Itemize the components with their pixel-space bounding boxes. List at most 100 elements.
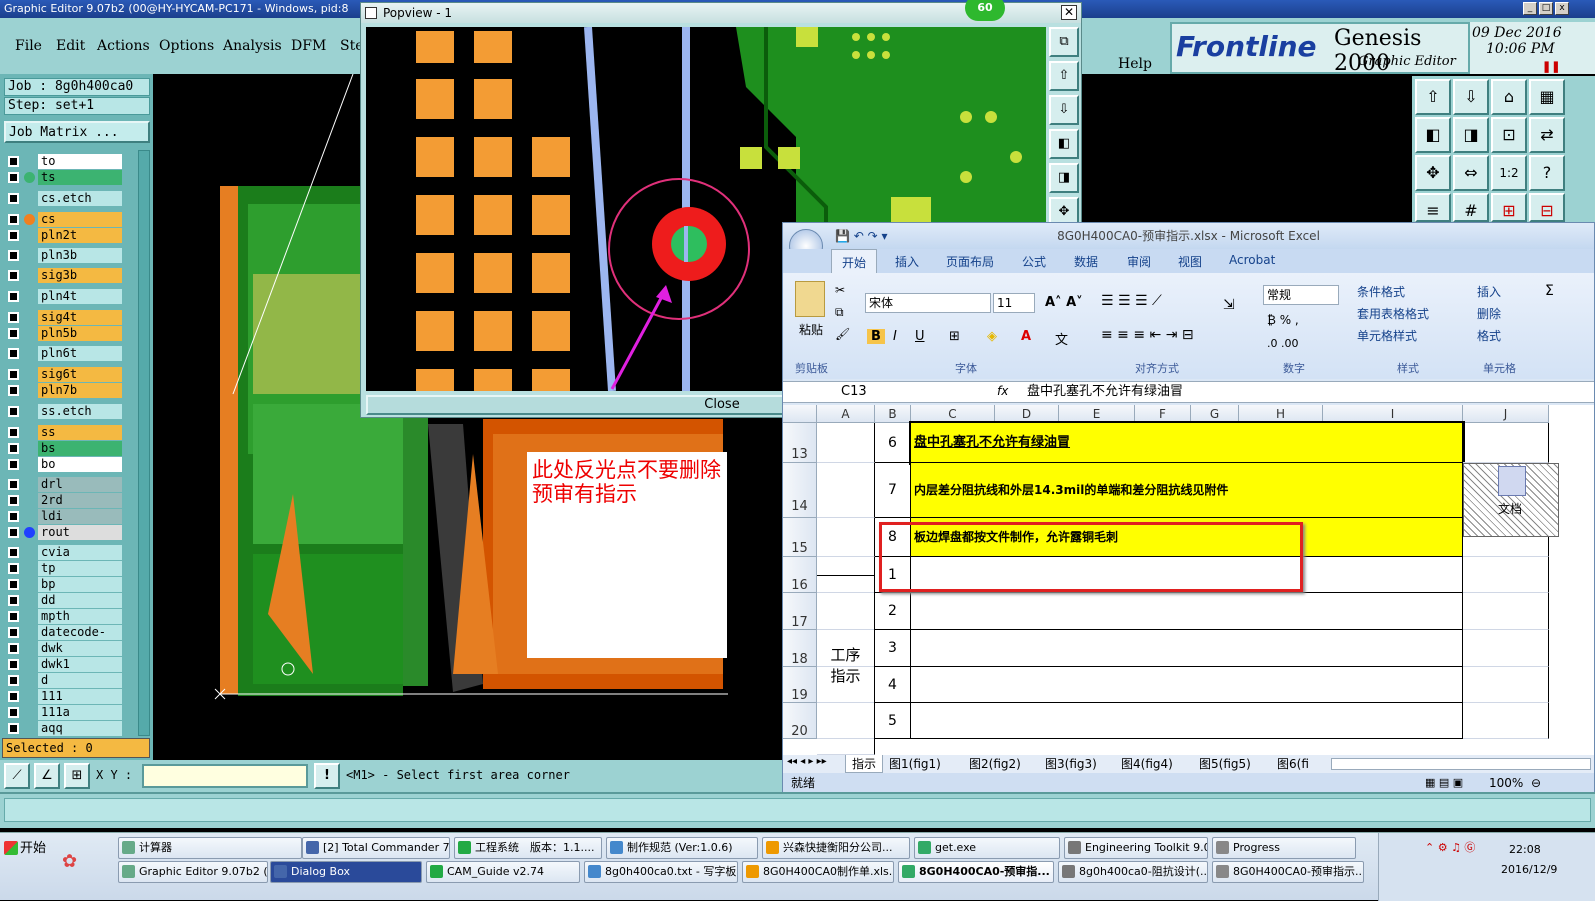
instruction-cell[interactable]: 内层差分阻抗线和外层14.3mil的单端和差分阻抗线见附件 (911, 463, 1463, 518)
measure-icon[interactable]: ⊞ (1491, 193, 1527, 222)
layer-checkbox[interactable] (8, 214, 19, 225)
layer-up-icon[interactable]: ⇧ (1415, 79, 1451, 115)
layer-label[interactable]: bp (38, 577, 122, 592)
instruction-cell[interactable] (911, 667, 1463, 703)
instruction-cell[interactable]: 盘中孔塞孔不允许有绿油冒 (909, 421, 1465, 465)
layer-row[interactable]: dwk1 (6, 657, 122, 672)
layer-label[interactable]: 111 (38, 689, 122, 704)
layer-label[interactable]: 2rd (38, 493, 122, 508)
layer-row[interactable]: ts (6, 170, 122, 185)
tab-data[interactable]: 数据 (1074, 253, 1098, 270)
cell-style-button[interactable]: 单元格样式 (1357, 327, 1417, 344)
cell-j[interactable] (1463, 630, 1549, 667)
column-header[interactable]: F (1135, 405, 1191, 423)
cell-j[interactable] (1463, 703, 1549, 739)
maximize-button[interactable]: □ (1539, 2, 1553, 15)
layer-label[interactable]: drl (38, 477, 122, 492)
taskbar-button[interactable]: 制作规范 (Ver:1.0.6) (606, 837, 758, 859)
layer-label[interactable]: tp (38, 561, 122, 576)
number-format-field[interactable]: 常规 (1263, 285, 1339, 305)
layer-checkbox[interactable] (8, 459, 19, 470)
layer-row[interactable]: pln7b (6, 383, 122, 398)
layer-checkbox[interactable] (8, 348, 19, 359)
sheet-tab[interactable]: 图3(fig3) (1045, 755, 1097, 772)
taskbar-button[interactable]: 兴森快捷衡阳分公司... (762, 837, 910, 859)
layer-checkbox[interactable] (8, 611, 19, 622)
layer-checkbox[interactable] (8, 250, 19, 261)
pv-tool-5-icon[interactable]: ◨ (1049, 163, 1079, 193)
bold-button[interactable]: B (867, 329, 885, 344)
section-label-cell[interactable]: 工序指示 (817, 575, 875, 755)
menu-analysis[interactable]: Analysis (223, 38, 282, 54)
taskbar-button[interactable]: 8g0h400ca0.txt - 写字板 (584, 861, 738, 883)
taskbar-button[interactable]: [2] Total Commander 7.... (302, 837, 450, 859)
taskbar-button[interactable]: 计算器 (118, 837, 302, 859)
sheet-tab[interactable]: 图5(fig5) (1199, 755, 1251, 772)
layer-label[interactable]: dwk1 (38, 657, 122, 672)
layer-checkbox[interactable] (8, 230, 19, 241)
layer-checkbox[interactable] (8, 291, 19, 302)
taskbar-button[interactable]: CAM_Guide v2.74 (426, 861, 580, 883)
warning-icon[interactable]: ! (314, 763, 340, 789)
home-icon[interactable]: ⌂ (1491, 79, 1527, 115)
taskbar-button[interactable]: 工程系统 版本：1.1.... (454, 837, 602, 859)
close-button[interactable]: x (1555, 2, 1569, 15)
paste-label[interactable]: 粘贴 (799, 321, 823, 338)
layer-label[interactable]: dd (38, 593, 122, 608)
ratio-icon[interactable]: 1:2 (1491, 155, 1527, 191)
insert-cells-button[interactable]: 插入 (1477, 283, 1501, 300)
layer-label[interactable]: 111a (38, 705, 122, 720)
layer-row[interactable]: ldi (6, 509, 122, 524)
layer-checkbox[interactable] (8, 707, 19, 718)
snap-icon[interactable]: ⊟ (1529, 193, 1565, 222)
column-header[interactable]: G (1191, 405, 1239, 423)
layer-row[interactable]: dwk (6, 641, 122, 656)
layer-label[interactable]: datecode-pte (38, 625, 122, 654)
layer-checkbox[interactable] (8, 691, 19, 702)
item-number-cell[interactable]: 3 (875, 630, 911, 667)
swap-icon[interactable]: ⇄ (1529, 117, 1565, 153)
tray-date[interactable]: 2016/12/9 (1501, 863, 1557, 876)
layer-row[interactable]: pln6t (6, 346, 122, 361)
layer-label[interactable]: cs (38, 212, 122, 227)
layer-checkbox[interactable] (8, 511, 19, 522)
menu-options[interactable]: Options (159, 38, 214, 54)
layer-checkbox[interactable] (8, 643, 19, 654)
view-buttons[interactable]: ▦ ▤ ▣ (1425, 773, 1463, 793)
column-header[interactable]: B (875, 405, 911, 423)
layer-row[interactable]: ss (6, 425, 122, 440)
taskbar-button[interactable]: Engineering Toolkit 9.0... (1064, 837, 1208, 859)
spreadsheet-grid[interactable]: A B C D E F G H I J 13 6 盘中孔塞孔不允许有绿油冒 14 7 内层… (783, 405, 1594, 755)
popview-close-icon[interactable]: ✕ (1061, 5, 1077, 20)
menu-dfm[interactable]: DFM (291, 38, 326, 54)
layer-label[interactable]: mpth (38, 609, 122, 624)
tab-page-layout[interactable]: 页面布局 (946, 253, 994, 270)
sheet-tab[interactable]: 图1(fig1) (889, 755, 941, 772)
instruction-cell[interactable] (911, 703, 1463, 739)
cell-j[interactable] (1463, 593, 1549, 630)
tray-time[interactable]: 22:08 (1509, 843, 1541, 856)
layer-row[interactable]: cs.etch (6, 191, 122, 206)
job-matrix-button[interactable]: Job Matrix ... (4, 121, 150, 143)
phonetic-icon[interactable]: 文 (1055, 329, 1068, 348)
layer-label[interactable]: pln5b (38, 326, 122, 341)
pause-icon[interactable]: ❚❚ (1542, 60, 1560, 73)
align-top-icon[interactable]: ☰ ☰ ☰ ⟋ (1101, 293, 1162, 309)
layer-row[interactable]: pln2t (6, 228, 122, 243)
pv-tool-4-icon[interactable]: ◧ (1049, 129, 1079, 159)
layer-row[interactable]: 111a (6, 705, 122, 720)
layer-label[interactable]: pln3b (38, 248, 122, 263)
layer-checkbox[interactable] (8, 563, 19, 574)
layer-label[interactable]: pln7b (38, 383, 122, 398)
quick-launch-icon[interactable]: ✿ (62, 851, 77, 872)
layer-label[interactable]: cs.etch (38, 191, 122, 206)
currency-icon[interactable]: ₿ % , (1267, 313, 1299, 327)
cell-j[interactable] (1463, 667, 1549, 703)
move-right-icon[interactable]: ◨ (1453, 117, 1489, 153)
layer-label[interactable]: sig3b (38, 268, 122, 283)
menu-actions[interactable]: Actions (97, 38, 150, 54)
tab-view[interactable]: 视图 (1178, 253, 1202, 270)
table-format-button[interactable]: 套用表格格式 (1357, 305, 1429, 322)
menu-help[interactable]: Help (1118, 56, 1152, 72)
layer-row[interactable]: pln4t (6, 289, 122, 304)
